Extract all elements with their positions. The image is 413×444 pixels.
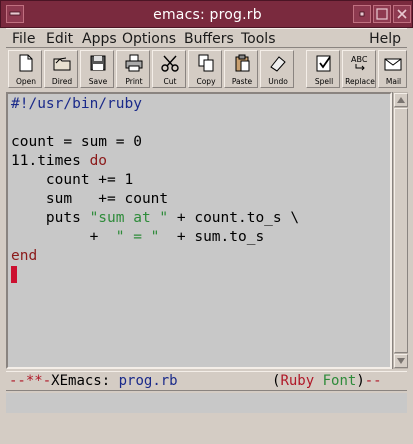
eraser-icon — [270, 56, 286, 72]
code-line: puts "sum at " + count.to_s \ — [11, 209, 299, 228]
shebang-line: #!/usr/bin/ruby — [11, 96, 142, 112]
mail-label: Mail — [385, 77, 402, 86]
arrow-up-icon — [397, 97, 405, 103]
keyword-token: end — [11, 248, 38, 264]
modeline-major-mode[interactable]: Ruby — [280, 373, 314, 389]
code-token: sum += count — [11, 191, 169, 207]
text-cursor — [11, 266, 17, 283]
code-line: end — [11, 247, 37, 266]
undo-label: Undo — [268, 77, 288, 86]
modeline-buffer-name[interactable]: prog.rb — [119, 373, 178, 389]
scroll-down-button[interactable] — [394, 354, 408, 368]
replace-icon: ABC — [351, 55, 368, 71]
keyword-token: do — [89, 153, 108, 169]
string-token: " = " — [115, 229, 160, 245]
window-menu-button[interactable] — [6, 5, 24, 23]
editor-buffer[interactable]: #!/usr/bin/ruby count = sum = 0 11.times … — [6, 92, 392, 369]
print-label: Print — [125, 77, 143, 86]
window-menu-icon — [9, 11, 21, 16]
code-line: count = sum = 0 — [11, 133, 142, 152]
open-label: Open — [15, 77, 37, 86]
replace-label: Replace — [345, 77, 375, 86]
minimize-button[interactable] — [353, 5, 371, 23]
code-line: 11.times do — [11, 152, 107, 171]
maximize-button[interactable] — [373, 5, 391, 23]
svg-text:ABC: ABC — [351, 55, 368, 64]
save-button[interactable]: Save — [80, 50, 114, 88]
modeline-status: --**- — [9, 373, 52, 389]
code-token: + sum.to_s — [159, 229, 265, 245]
printer-icon — [125, 54, 143, 72]
maximize-icon — [376, 8, 388, 20]
cut-button[interactable]: Cut — [152, 50, 186, 88]
copy-icon — [198, 54, 214, 72]
dired-label: Dired — [51, 77, 73, 86]
code-line: sum += count — [11, 190, 168, 209]
folder-icon — [53, 57, 71, 71]
print-button[interactable]: Print — [116, 50, 150, 88]
code-line: + " = " + sum.to_s — [11, 228, 265, 247]
vertical-scrollbar[interactable] — [392, 92, 408, 369]
code-token: + count.to_s \ — [168, 210, 300, 226]
string-token: "sum at " — [89, 210, 169, 226]
open-button[interactable]: Open — [8, 50, 42, 88]
modeline-right: (Ruby Font)-- — [272, 372, 382, 390]
code-token: count += 1 — [11, 172, 134, 188]
modeline: --**-XEmacs: prog.rb (Ruby Font)-- — [6, 371, 407, 391]
toolbar: Open Dired Save Print Cut Copy Paste Und… — [6, 50, 407, 90]
undo-button[interactable]: Undo — [260, 50, 294, 88]
mail-button[interactable]: Mail — [378, 50, 407, 88]
code-token: + — [11, 229, 116, 245]
modeline-app: XEmacs: — [51, 373, 111, 389]
window-title: emacs: prog.rb — [153, 7, 262, 23]
menu-apps[interactable]: Apps — [82, 30, 117, 48]
code-token: puts — [11, 210, 90, 226]
spell-label: Spell — [314, 77, 334, 86]
modeline-left: --**-XEmacs: prog.rb — [9, 372, 178, 390]
scroll-up-button[interactable] — [394, 93, 408, 107]
spellcheck-icon — [316, 55, 331, 72]
scrollbar-thumb[interactable] — [394, 108, 408, 353]
modeline-close-paren: ) — [356, 373, 365, 389]
open-file-icon — [19, 54, 33, 72]
paste-label: Paste — [231, 77, 253, 86]
spell-button[interactable]: Spell — [306, 50, 340, 88]
floppy-icon — [90, 55, 106, 71]
paste-button[interactable]: Paste — [224, 50, 258, 88]
replace-button[interactable]: ABC Replace — [342, 50, 376, 88]
xemacs-window: emacs: prog.rb File Edit Apps Options Bu… — [0, 0, 413, 420]
menu-bar: File Edit Apps Options Buffers Tools Hel… — [6, 28, 407, 48]
mail-icon — [384, 58, 402, 71]
close-button[interactable] — [393, 5, 411, 23]
code-token: count = sum = 0 — [11, 134, 142, 150]
save-label: Save — [88, 77, 108, 86]
minimize-icon — [359, 11, 365, 17]
cut-label: Cut — [163, 77, 177, 86]
code-token: 11.times — [11, 153, 90, 169]
menu-buffers[interactable]: Buffers — [184, 30, 234, 48]
copy-label: Copy — [196, 77, 216, 86]
scissors-icon — [161, 55, 179, 72]
code-line: count += 1 — [11, 171, 133, 190]
title-bar[interactable]: emacs: prog.rb — [0, 0, 413, 28]
modeline-minor-mode[interactable]: Font — [323, 373, 357, 389]
menu-options[interactable]: Options — [122, 30, 176, 48]
menu-tools[interactable]: Tools — [241, 30, 276, 48]
menu-file[interactable]: File — [12, 30, 35, 48]
close-icon — [397, 9, 407, 19]
clipboard-icon — [235, 54, 250, 72]
minibuffer[interactable] — [6, 393, 407, 413]
menu-help[interactable]: Help — [369, 30, 401, 48]
copy-button[interactable]: Copy — [188, 50, 222, 88]
dired-button[interactable]: Dired — [44, 50, 78, 88]
modeline-trail: -- — [364, 373, 382, 389]
arrow-down-icon — [397, 358, 405, 364]
menu-edit[interactable]: Edit — [46, 30, 73, 48]
